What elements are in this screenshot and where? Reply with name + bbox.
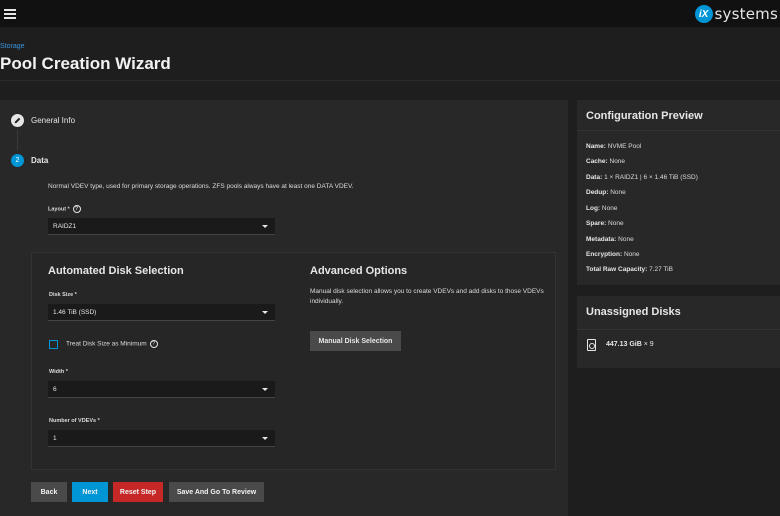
chevron-down-icon [262,311,268,314]
width-value: 6 [53,385,57,393]
vdevs-select[interactable]: 1 [48,430,275,447]
preview-row-encryption: Encryption: None [586,251,639,258]
next-button[interactable]: Next [72,482,108,502]
chevron-down-icon [262,437,268,440]
unassigned-title: Unassigned Disks [586,306,681,318]
chevron-down-icon [262,388,268,391]
disk-size-label: Disk Size * [49,292,77,298]
preview-row-log: Log: None [586,205,617,212]
preview-value: None [610,189,626,196]
vdevs-label: Number of VDEVs * [49,418,100,424]
preview-key: Encryption: [586,251,623,258]
preview-row-capacity: Total Raw Capacity: 7.27 TiB [586,266,673,273]
step-connector [17,130,18,150]
back-button[interactable]: Back [31,482,67,502]
layout-label-text: Layout * [48,206,70,213]
page-header: Storage Pool Creation Wizard [0,27,780,81]
preview-key: Spare: [586,220,607,227]
help-icon[interactable]: ? [72,205,81,213]
layout-label: Layout *? [48,205,81,213]
unassigned-disks-card: Unassigned Disks 447.13 GiB × 9 [577,296,780,368]
pencil-icon [11,114,24,127]
vdevs-value: 1 [53,434,57,442]
top-bar: iX systems [0,0,780,27]
hard-disk-icon [587,339,596,351]
advanced-options-title: Advanced Options [310,265,408,277]
layout-select[interactable]: RAIDZ1 [48,218,275,235]
divider [577,130,780,131]
data-vdev-description: Normal VDEV type, used for primary stora… [48,183,354,190]
disk-size: 447.13 GiB [606,341,642,348]
preview-key: Dedup: [586,189,609,196]
save-and-review-button[interactable]: Save And Go To Review [169,482,264,502]
treat-min-label-text: Treat Disk Size as Minimum [66,340,147,348]
preview-value: None [608,220,624,227]
width-select[interactable]: 6 [48,381,275,398]
treat-min-label: Treat Disk Size as Minimum? [66,340,158,348]
preview-value: None [623,251,640,258]
automated-disk-selection-title: Automated Disk Selection [48,265,184,277]
preview-value: 1 × RAIDZ1 | 6 × 1.46 TiB (SSD) [604,174,698,181]
ixsystems-logo[interactable]: iX systems [694,4,778,24]
treat-min-checkbox[interactable] [49,340,58,349]
disk-size-select[interactable]: 1.46 TiB (SSD) [48,304,275,321]
breadcrumb-storage[interactable]: Storage [0,43,25,50]
disk-size-value: 1.46 TiB (SSD) [53,308,97,316]
manual-disk-selection-button[interactable]: Manual Disk Selection [310,331,401,351]
preview-value: None [618,236,634,243]
preview-value: None [609,158,626,165]
unassigned-disk-entry: 447.13 GiB × 9 [606,341,654,348]
page-title: Pool Creation Wizard [0,54,171,73]
preview-row-name: Name: NVME Pool [586,143,641,150]
menu-icon[interactable] [4,9,16,19]
step-label: Data [31,156,49,165]
reset-step-button[interactable]: Reset Step [113,482,163,502]
disk-count: × 9 [643,341,654,348]
preview-key: Metadata: [586,236,617,243]
preview-key: Cache: [586,158,608,165]
configuration-preview-card: Configuration Preview Name: NVME Pool Ca… [577,100,780,285]
preview-key: Total Raw Capacity: [586,266,648,273]
step-data[interactable]: 2 Data [11,154,48,167]
preview-key: Log: [586,205,601,212]
layout-value: RAIDZ1 [53,222,77,230]
advanced-options-description: Manual disk selection allows you to crea… [310,288,544,305]
logo-badge: iX [694,5,713,23]
preview-row-data: Data: 1 × RAIDZ1 | 6 × 1.46 TiB (SSD) [586,174,698,181]
step-label: General Info [31,116,76,125]
help-icon[interactable]: ? [149,340,158,348]
preview-title: Configuration Preview [586,110,703,122]
preview-key: Name: [586,143,606,150]
preview-row-cache: Cache: None [586,158,625,165]
preview-value: 7.27 TiB [649,266,673,273]
chevron-down-icon [262,225,268,228]
preview-value: None [601,205,618,212]
preview-value: NVME Pool [607,143,642,150]
logo-text: systems [714,5,778,23]
width-label: Width * [49,369,68,375]
divider [577,329,780,330]
step-general-info[interactable]: General Info [11,114,75,127]
preview-row-metadata: Metadata: None [586,236,634,243]
preview-row-dedup: Dedup: None [586,189,626,196]
step-number: 2 [11,154,24,167]
preview-row-spare: Spare: None [586,220,624,227]
preview-key: Data: [586,174,603,181]
